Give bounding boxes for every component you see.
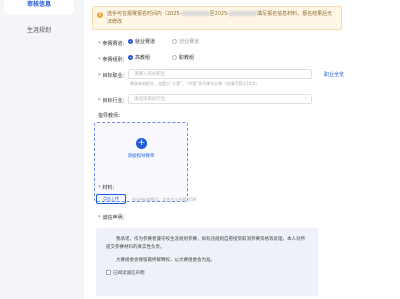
target-job-hint: 需具体到职业，也是以“大类”、“中类”作为单位名称（仅填不超过15字） bbox=[130, 81, 260, 86]
integrity-statement: 我承诺，作为参赛者遵守校生涯规划参赛，如有违规则自愿接受取消参赛资格等处理，本人… bbox=[96, 228, 318, 296]
group-option-vocational[interactable]: 职教组 bbox=[172, 54, 194, 62]
info-icon: ! bbox=[97, 12, 103, 18]
integrity-checkbox[interactable]: 已阅读诚信声明 bbox=[106, 270, 308, 278]
group-option-higher[interactable]: 高教组 bbox=[128, 54, 150, 62]
redacted-date bbox=[229, 11, 258, 16]
track-option-employment[interactable]: 就业赛道 bbox=[128, 38, 155, 46]
track-label: * 参赛赛道： bbox=[98, 41, 128, 47]
integrity-label: * 诚信声明： bbox=[98, 215, 128, 221]
integrity-paragraph: 我承诺，作为参赛者遵守校生涯规划参赛，如有违规则自愿接受取消参赛资格等处理，本人… bbox=[106, 237, 305, 250]
career-overview-link[interactable]: 职业全览 bbox=[324, 71, 344, 78]
plus-icon: + bbox=[136, 138, 147, 149]
add-advisor-label: 添加指导教师 bbox=[127, 154, 155, 159]
materials-label: * 材料： bbox=[98, 185, 118, 191]
radio-icon bbox=[172, 55, 177, 60]
target-job-input[interactable]: 请输入目标职业 bbox=[128, 69, 312, 79]
track-option-startup[interactable]: 创业赛道 bbox=[172, 38, 199, 46]
notice-text-before: 选手可在报赛报名时间内（2025- bbox=[107, 11, 182, 17]
integrity-paragraph: 大赛组委会保留最终解释权，以大赛组委会为准。 bbox=[116, 258, 215, 263]
sidebar: 审核信息 生涯规划 bbox=[0, 0, 80, 299]
target-job-label: * 目标职业： bbox=[98, 73, 128, 79]
chevron-down-icon: ⌄ bbox=[304, 95, 309, 101]
sidebar-item-review-info[interactable]: 审核信息 bbox=[4, 0, 74, 14]
target-industry-select[interactable]: 请选择目标行业 bbox=[128, 94, 312, 104]
redacted-date bbox=[181, 11, 210, 16]
notice-banner: ! 选手可在报赛报名时间内（2025- 至2025- 填写报名信息材料，报名结果后无… bbox=[92, 6, 342, 30]
radio-icon bbox=[172, 39, 177, 44]
sidebar-item-career-plan[interactable]: 生涯规划 bbox=[4, 22, 74, 40]
materials-hint: 仅支持pdf格式，文件大小不超过5M bbox=[132, 197, 197, 202]
checkbox-icon bbox=[106, 270, 111, 275]
radio-selected-icon bbox=[128, 39, 133, 44]
target-industry-label: * 目标行业： bbox=[98, 98, 128, 104]
upload-button[interactable]: 点击上传 bbox=[96, 194, 126, 204]
advisor-label: 指导教师： bbox=[98, 113, 124, 119]
group-label: * 参赛组别： bbox=[98, 57, 128, 63]
notice-text-middle: 至2025- bbox=[209, 11, 230, 17]
radio-selected-icon bbox=[128, 55, 133, 60]
